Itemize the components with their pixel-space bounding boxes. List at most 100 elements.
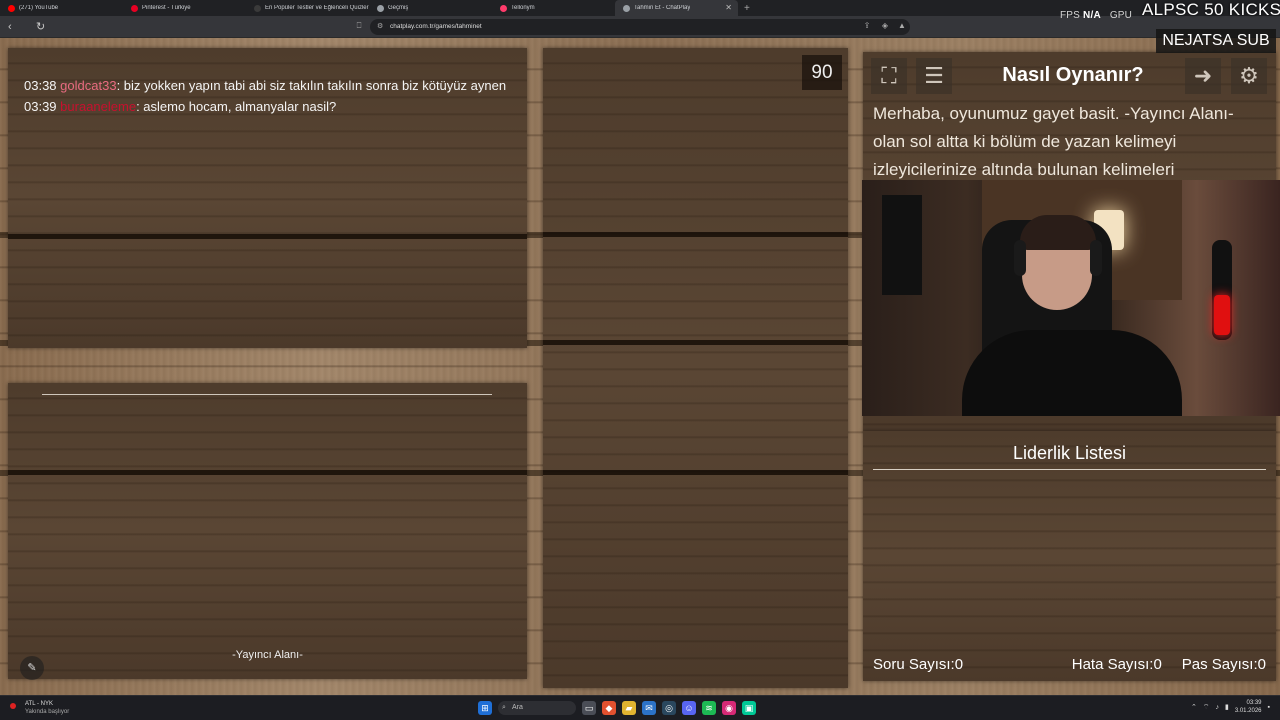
streamer-area-label: -Yayıncı Alanı- [232, 649, 303, 661]
tab-favicon-icon [131, 4, 138, 12]
leaderboard-title: Liderlik Listesi [1012, 443, 1127, 463]
exit-icon[interactable]: ➜ [1185, 58, 1221, 94]
widget-title: ATL - NYK [25, 701, 54, 707]
wood-stripe [543, 470, 848, 475]
stats-overlay: FPS N/A GPU [1060, 10, 1132, 21]
tab-title: Tahmin Et - ChatPlay [634, 5, 691, 11]
leaderboard-divider [873, 469, 1266, 470]
chat-username[interactable]: goldcat33 [60, 78, 116, 93]
bookmark-icon[interactable]: ⎕ [354, 21, 364, 31]
tab-favicon-icon [8, 4, 15, 12]
tab-title: Pinterest - Türkiye [142, 5, 191, 11]
wood-stripe [8, 234, 527, 239]
notification-icon[interactable]: ▪ [1268, 704, 1270, 711]
share-icon[interactable]: ⇪ [862, 21, 872, 31]
clock-time: 03:39 [1246, 700, 1262, 706]
gpu-label: GPU [1109, 10, 1133, 21]
search-icon: ⌕ [502, 704, 506, 711]
chat-text: : aslemo hocam, almanyalar nasil? [136, 99, 337, 114]
chat-username[interactable]: buraaneleme [60, 99, 136, 114]
fps-label: FPS [1060, 10, 1081, 21]
wood-stripe [543, 340, 848, 345]
weather-widget[interactable]: ATL - NYK Yakında başlıyor [10, 700, 69, 716]
pass-count-label: Pas Sayısı: [1181, 656, 1258, 673]
file-explorer-icon[interactable]: ▰ [622, 701, 636, 715]
tab-close-icon[interactable]: ✕ [725, 3, 732, 12]
settings-icon[interactable]: ⚙ [1231, 58, 1267, 94]
brave-icon[interactable]: ◆ [602, 701, 616, 715]
browser-tab[interactable]: Tahmin Et - ChatPlay ✕ [615, 0, 738, 16]
new-tab-button[interactable]: + [744, 3, 750, 14]
browser-tab[interactable]: Geçmiş [369, 0, 492, 16]
chat-message: 03:39 buraaneleme: aslemo hocam, almanya… [24, 96, 512, 117]
chat-panel: 03:38 goldcat33: biz yokken yapın tabi a… [8, 48, 527, 348]
volume-icon[interactable]: ♪ [1215, 704, 1219, 711]
start-icon[interactable]: ⊞ [478, 701, 492, 715]
stream-alert-title: ALPSC 50 KICKS [1142, 0, 1280, 19]
notes-icon[interactable]: ☰ [916, 58, 952, 94]
chevron-up-icon[interactable]: ⌃ [1191, 703, 1197, 711]
taskbar-apps: ⊞ ⌕ Ara ▭ ◆ ▰ ✉ ◎ ☺ ≋ ◉ ▣ [478, 701, 756, 715]
discord-icon[interactable]: ☺ [682, 701, 696, 715]
steam-icon[interactable]: ◎ [662, 701, 676, 715]
network-icon[interactable]: ⌔ [1203, 703, 1210, 712]
tab-title: Tellonym [511, 5, 535, 11]
system-tray: ⌃ ⌔ ♪ ▮ 03:39 3.01.2026 ▪ [1191, 699, 1270, 715]
tab-favicon-icon [377, 4, 384, 12]
game-page: 03:38 goldcat33: biz yokken yapın tabi a… [0, 38, 1280, 695]
battery-icon[interactable]: ▮ [1225, 703, 1229, 711]
sports-team-icon [10, 703, 16, 709]
browser-tab[interactable]: En Popüler Testler ve Eğlenceli Quizler [246, 0, 369, 16]
search-placeholder: Ara [512, 704, 523, 711]
os-taskbar: ATL - NYK Yakında başlıyor ⊞ ⌕ Ara ▭ ◆ ▰… [0, 695, 1280, 720]
browser-tab[interactable]: (271) YouTube [0, 0, 123, 16]
webcam-streamer-hair [1020, 215, 1096, 250]
mic-light [1214, 295, 1230, 335]
stream-alert-badge: NEJATSA SUB [1156, 29, 1276, 53]
instagram-icon[interactable]: ◉ [722, 701, 736, 715]
word-underline [42, 394, 492, 395]
headphone-icon [1014, 240, 1026, 276]
countdown-timer: 90 [802, 55, 842, 90]
clock[interactable]: 03:39 3.01.2026 [1235, 699, 1262, 715]
tab-favicon-icon [254, 4, 261, 12]
error-count-label: Hata Sayısı: [1071, 656, 1154, 673]
fps-value: N/A [1083, 10, 1101, 21]
wood-stripe [543, 232, 848, 237]
error-count: Hata Sayısı:0 [1072, 656, 1162, 673]
taskbar-search[interactable]: ⌕ Ara [498, 701, 576, 715]
how-to-play-text: Merhaba, oyunumuz gayet basit. -Yayıncı … [873, 104, 1234, 179]
tab-title: En Popüler Testler ve Eğlenceli Quizler [265, 5, 369, 11]
streamer-area-panel[interactable]: -Yayıncı Alanı- ✎ [8, 383, 527, 680]
widget-subtitle: Yakında başlıyor [25, 709, 70, 715]
headphone-icon [1090, 240, 1102, 276]
rewards-icon[interactable]: ▲ [897, 21, 907, 31]
browser-tab[interactable]: Tellonym [492, 0, 615, 16]
microphone-icon [1212, 240, 1232, 340]
webcam-doorway [882, 195, 922, 295]
address-bar[interactable]: ⚙ chatplay.com.tr/games/tahminet [370, 19, 910, 35]
browser-tab[interactable]: Pinterest - Türkiye [123, 0, 246, 16]
spotify-icon[interactable]: ≋ [702, 701, 716, 715]
task-view-icon[interactable]: ▭ [582, 701, 596, 715]
chat-timestamp: 03:38 [24, 78, 57, 93]
fullscreen-icon[interactable]: ⛶ [871, 58, 907, 94]
game-stats: Soru Sayısı: 0 Hata Sayısı:0 Pas Sayısı:0 [873, 656, 1266, 673]
app-icon[interactable]: ▣ [742, 701, 756, 715]
webcam-streamer-body [962, 330, 1182, 416]
question-count-label: Soru Sayısı: [873, 656, 955, 673]
reload-icon[interactable]: ↻ [36, 20, 45, 34]
mail-icon[interactable]: ✉ [642, 701, 656, 715]
site-info-icon[interactable]: ⚙ [377, 19, 383, 35]
leaderboard-panel: Liderlik Listesi Soru Sayısı: 0 Hata Sayı… [863, 431, 1276, 681]
pencil-icon[interactable]: ✎ [20, 656, 44, 680]
brave-shield-icon[interactable]: ◈ [880, 21, 890, 31]
how-to-play-title: Nasıl Oynanır? [1002, 64, 1144, 86]
pass-count: Pas Sayısı:0 [1182, 656, 1266, 673]
tab-title: (271) YouTube [19, 5, 59, 11]
chat-text: : biz yokken yapın tabi abi siz takılın … [116, 78, 507, 93]
chat-timestamp: 03:39 [24, 99, 57, 114]
back-icon[interactable]: ‹ [8, 20, 12, 34]
pass-count-value: 0 [1257, 656, 1266, 673]
tab-favicon-icon [623, 4, 630, 12]
